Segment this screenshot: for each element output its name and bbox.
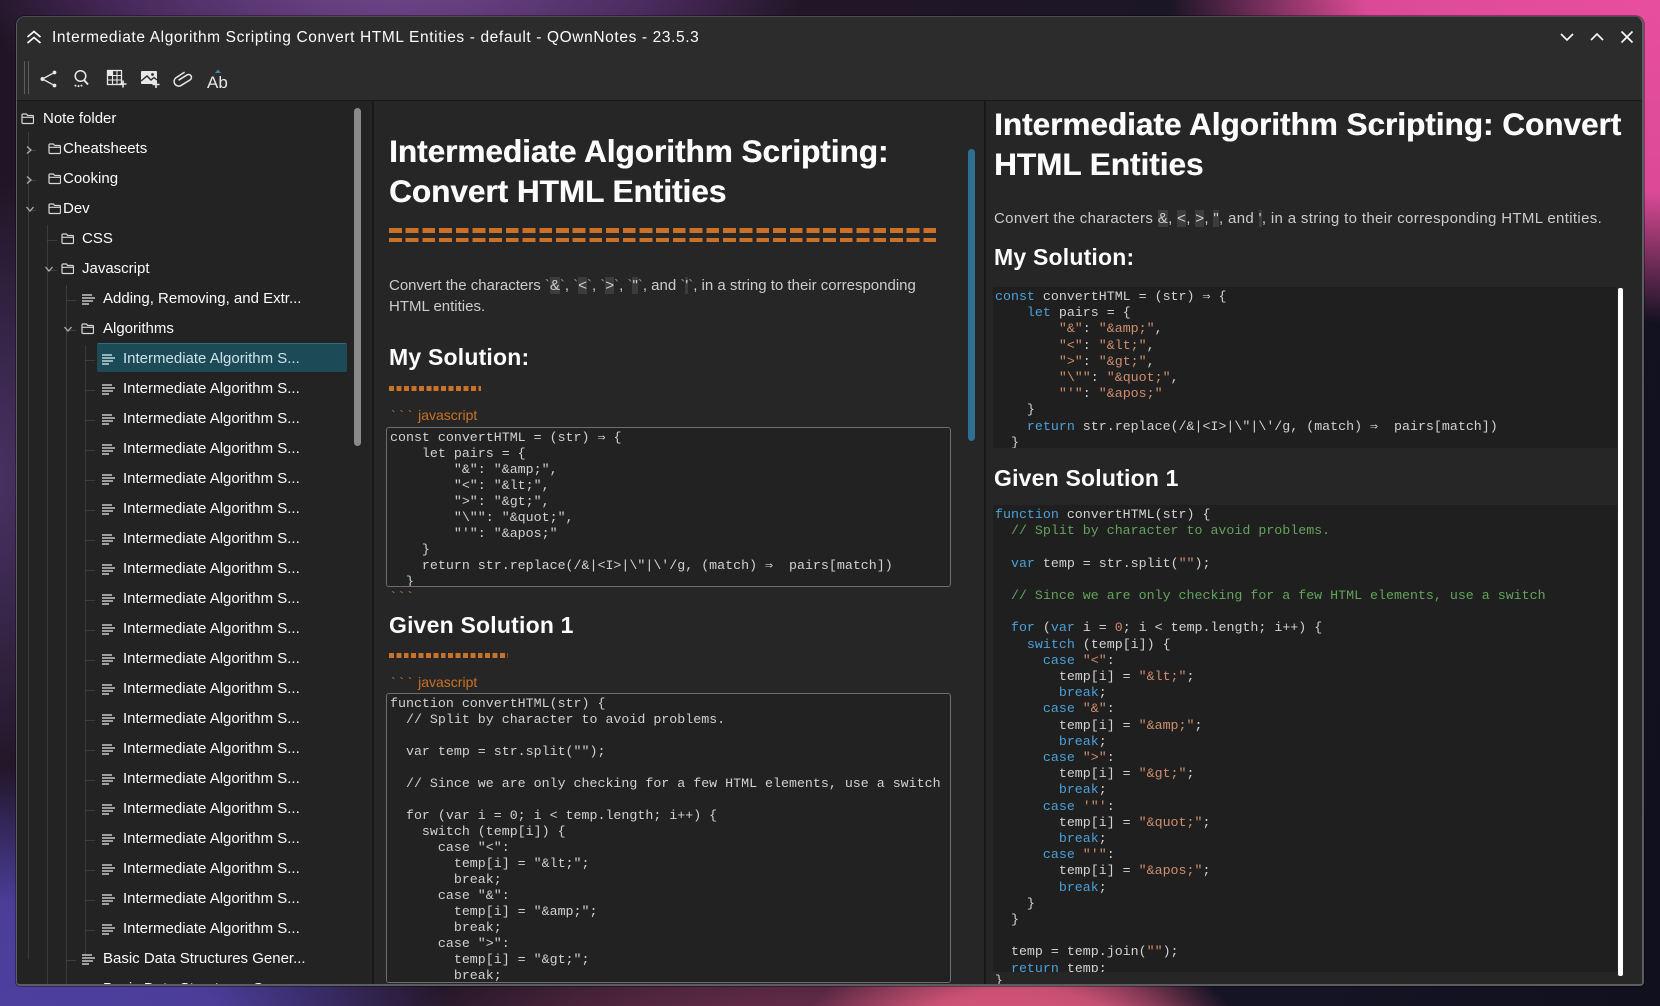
svg-text:Ab: Ab (207, 73, 228, 92)
